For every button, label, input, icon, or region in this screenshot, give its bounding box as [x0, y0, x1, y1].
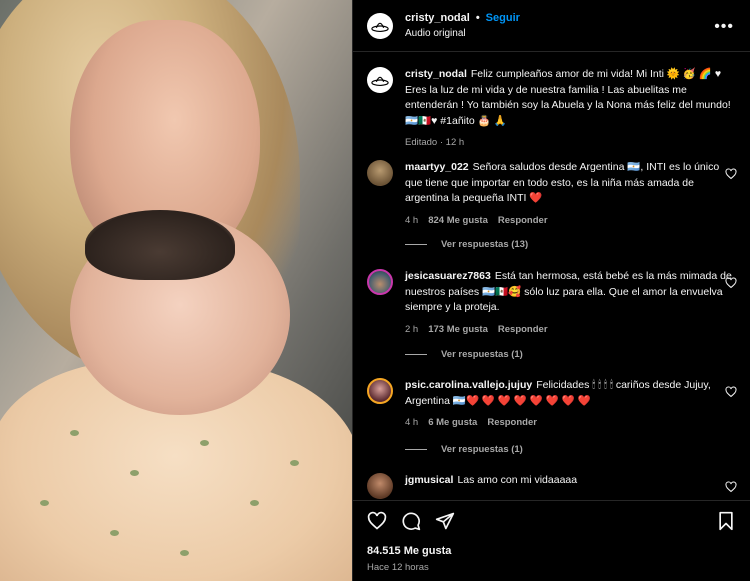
comments-list[interactable]: cristy_nodal Feliz cumpleaños amor de mi … [353, 53, 750, 500]
author-avatar[interactable] [367, 12, 393, 39]
view-replies-label[interactable]: Ver respuestas (13) [441, 239, 528, 250]
clothes-pattern [180, 550, 189, 556]
bookmark-button[interactable] [716, 511, 736, 536]
comment-time: 4 h [405, 417, 419, 428]
comment-meta: 4 h 6 Me gusta Responder [405, 417, 737, 428]
comment-time: 2 h [405, 323, 419, 335]
sombrero-logo-icon [371, 22, 389, 32]
comment-item: psic.carolina.vallejo.jujuy Felicidades 🕯… [367, 378, 737, 428]
clothes-pattern [70, 430, 79, 436]
comment-body: maartyy_022 Señora saludos desde Argentin… [405, 160, 737, 207]
sombrero-logo-icon [371, 76, 389, 86]
comment-item: jgmusical Las amo con mi vidaaaaa [367, 473, 737, 499]
comment-likes[interactable]: 173 Me gusta [428, 324, 488, 335]
audio-link[interactable]: Audio original [405, 28, 520, 39]
post-time: Hace 12 horas [367, 562, 429, 573]
comment-meta: 4 h 824 Me gusta Responder [405, 215, 737, 226]
caption-body: cristy_nodal Feliz cumpleaños amor de mi … [405, 67, 737, 129]
heart-icon[interactable] [725, 277, 737, 289]
post-panel: cristy_nodal • Seguir Audio original •••… [352, 0, 750, 581]
comment-body: jgmusical Las amo con mi vidaaaaa [405, 473, 737, 489]
comment-username[interactable]: jgmusical [405, 474, 453, 486]
reply-button[interactable]: Responder [487, 417, 537, 428]
clothes-pattern [40, 500, 49, 506]
post-image[interactable] [0, 0, 352, 581]
heart-icon[interactable] [725, 168, 737, 180]
comment-text: Las amo con mi vidaaaaa [457, 474, 578, 486]
reply-button[interactable]: Responder [498, 324, 548, 335]
view-replies-button[interactable]: Ver respuestas (1) [405, 349, 523, 360]
view-replies-button[interactable]: Ver respuestas (13) [405, 239, 528, 250]
view-replies-label[interactable]: Ver respuestas (1) [441, 349, 523, 360]
view-replies-label[interactable]: Ver respuestas (1) [441, 444, 523, 455]
comment-likes[interactable]: 824 Me gusta [428, 215, 488, 226]
replies-line [405, 354, 427, 355]
header-text: cristy_nodal • Seguir Audio original [405, 12, 520, 39]
clothes-pattern [130, 470, 139, 476]
heart-icon[interactable] [367, 511, 387, 531]
post-header: cristy_nodal • Seguir Audio original ••• [353, 0, 750, 52]
comment-icon[interactable] [401, 511, 421, 531]
share-icon[interactable] [435, 511, 455, 531]
comment-meta: 2 h 173 Me gusta Responder [405, 324, 737, 335]
separator-dot: • [475, 12, 480, 24]
instagram-post: cristy_nodal • Seguir Audio original •••… [0, 0, 750, 581]
bookmark-icon[interactable] [716, 511, 736, 531]
caption-meta: Editado · 12 h [405, 137, 737, 148]
caption: cristy_nodal Feliz cumpleaños amor de mi … [367, 67, 737, 148]
comment-username[interactable]: maartyy_022 [405, 161, 469, 173]
header-row: cristy_nodal • Seguir [405, 12, 520, 24]
comment-avatar[interactable] [367, 160, 393, 186]
more-icon[interactable]: ••• [714, 18, 734, 36]
comment-item: maartyy_022 Señora saludos desde Argentin… [367, 160, 737, 226]
clothes-pattern [250, 500, 259, 506]
replies-line [405, 449, 427, 450]
photo-baby-hair [85, 210, 235, 280]
comment-username[interactable]: jesicasuarez7863 [405, 270, 491, 282]
replies-line [405, 244, 427, 245]
clothes-pattern [200, 440, 209, 446]
view-replies-button[interactable]: Ver respuestas (1) [405, 444, 523, 455]
comment-likes[interactable]: 6 Me gusta [428, 417, 477, 428]
caption-avatar[interactable] [367, 67, 393, 93]
caption-username[interactable]: cristy_nodal [405, 68, 467, 80]
post-actions: 84.515 Me gusta Hace 12 horas [353, 500, 750, 581]
heart-icon[interactable] [725, 386, 737, 398]
comment-avatar[interactable] [367, 269, 393, 295]
author-username[interactable]: cristy_nodal [405, 12, 470, 24]
comment-item: jesicasuarez7863 Está tan hermosa, está b… [367, 269, 737, 335]
clothes-pattern [110, 530, 119, 536]
action-icons [367, 511, 455, 531]
comment-avatar[interactable] [367, 473, 393, 499]
comment-body: jesicasuarez7863 Está tan hermosa, está b… [405, 269, 737, 316]
caption-time: Editado · 12 h [405, 137, 465, 148]
comment-body: psic.carolina.vallejo.jujuy Felicidades 🕯… [405, 378, 737, 409]
likes-count[interactable]: 84.515 Me gusta [367, 545, 451, 557]
comment-username[interactable]: psic.carolina.vallejo.jujuy [405, 379, 532, 391]
clothes-pattern [290, 460, 299, 466]
reply-button[interactable]: Responder [498, 215, 548, 226]
comment-time: 4 h [405, 214, 419, 226]
follow-button[interactable]: Seguir [486, 12, 520, 24]
heart-icon[interactable] [725, 481, 737, 493]
comment-avatar[interactable] [367, 378, 393, 404]
